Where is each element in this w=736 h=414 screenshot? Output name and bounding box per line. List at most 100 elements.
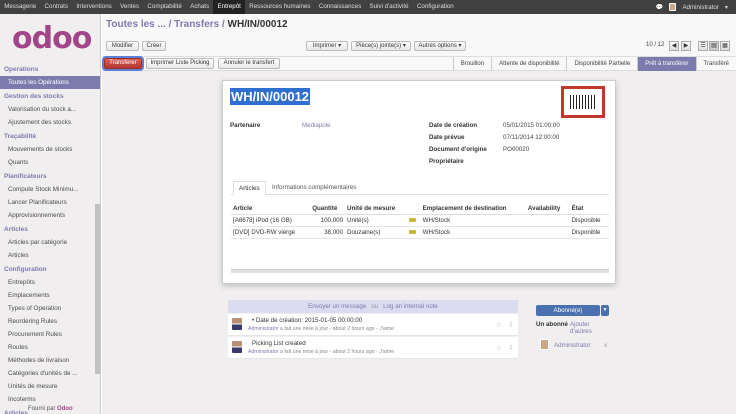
tab-additional-info[interactable]: Informations complémentaires (267, 181, 361, 195)
tab-articles[interactable]: Articles (233, 181, 266, 195)
sidebar-item[interactable]: Articles par catégorie (0, 236, 100, 249)
status-step[interactable]: Attente de disponibilité (491, 57, 566, 71)
transfer-button[interactable]: Transferer (102, 56, 144, 71)
sidebar-item[interactable]: Quants (0, 156, 100, 169)
sidebar-item[interactable]: Procurement Rules (0, 328, 100, 341)
table-row[interactable]: [DVD] DVD-RW vierge 38,000 Douzaine(s) WH/S… (231, 226, 609, 239)
partner-value[interactable]: Mediapole (302, 122, 331, 129)
odoo-brand-link[interactable]: Odoo (57, 406, 73, 412)
message-body: Picking List created (252, 340, 306, 347)
log-note-link[interactable]: Log an internal note (383, 303, 438, 310)
form-view-icon[interactable]: ▤ (709, 41, 719, 51)
message-avatar (232, 341, 242, 353)
sidebar-item[interactable]: Compute Stock Minimu... (0, 183, 100, 196)
chat-icon[interactable]: 💬 (656, 3, 664, 11)
send-message-link[interactable]: Envoyer un message (308, 303, 366, 310)
subscribed-button[interactable]: Abonné(e) (536, 305, 600, 316)
add-followers-link[interactable]: Ajouter d'autres (570, 321, 610, 335)
chevron-down-icon[interactable]: ▾ (725, 4, 728, 11)
column-header[interactable] (407, 203, 421, 215)
print-picking-button[interactable]: Imprimer Liste Picking (146, 58, 214, 69)
sidebar-item[interactable]: Mouvements de stocks (0, 143, 100, 156)
sidebar-item[interactable]: Incoterms (0, 393, 100, 406)
sidebar-item[interactable]: Ajustement des stocks (0, 116, 100, 129)
sidebar-item[interactable]: Types of Operation (0, 302, 100, 315)
column-header[interactable]: Article (231, 203, 311, 215)
top-menu-item[interactable]: Achats (186, 0, 213, 14)
column-header[interactable]: État (569, 203, 609, 215)
kanban-view-icon[interactable]: ▦ (720, 41, 730, 51)
form-statusbar: Transferer Imprimer Liste Picking Annule… (102, 56, 736, 71)
remove-follower-icon[interactable]: x (604, 342, 607, 349)
sidebar-item[interactable]: Catégories d'unités de ... (0, 367, 100, 380)
status-step[interactable]: Brouillon (452, 57, 491, 71)
barcode-image (561, 86, 605, 118)
top-menu-item[interactable]: Entrepôt (213, 0, 246, 14)
truck-icon (409, 230, 417, 234)
pager-prev-icon[interactable]: ◀ (669, 41, 679, 51)
status-steps: Brouillon Attente de disponibilité Disponi… (452, 57, 736, 71)
top-menu-item[interactable]: Suivi d'activité (365, 0, 412, 14)
sidebar-item[interactable]: Valorisation du stock a... (0, 103, 100, 116)
download-icon[interactable]: ⇩ (508, 321, 514, 329)
sidebar-item[interactable]: Méthodes de livraison (0, 354, 100, 367)
column-header[interactable]: Emplacement de destination (420, 203, 526, 215)
attachments-dropdown[interactable]: Pièce(s) jointe(s) ▾ (351, 41, 411, 51)
origin-value: PO00020 (503, 146, 530, 153)
top-menu-item[interactable]: Messagerie (0, 0, 40, 14)
table-cell: WH/Stock (420, 226, 526, 239)
list-view-icon[interactable]: ☰ (698, 41, 708, 51)
download-icon[interactable]: ⇩ (508, 344, 514, 352)
sidebar-item[interactable]: Emplacements (0, 289, 100, 302)
sidebar-item[interactable]: Routes (0, 341, 100, 354)
create-button[interactable]: Créer (142, 41, 166, 51)
star-icon[interactable]: ☆ (496, 321, 502, 329)
table-row[interactable]: [A6678] iPod (16 GB) 100,000 Unité(s) WH/St… (231, 214, 609, 227)
table-cell (525, 226, 570, 239)
top-menu-item[interactable]: Interventions (72, 0, 116, 14)
breadcrumb-transfers-link[interactable]: / Transfers / (169, 19, 225, 30)
pager-counter: 10 / 12 (646, 42, 665, 48)
status-step[interactable]: Transféré (695, 57, 736, 71)
sidebar-item[interactable]: Approvisionnements (0, 209, 100, 222)
breadcrumb-root-link[interactable]: Toutes les ... (106, 19, 166, 30)
availability-cell (407, 214, 421, 227)
table-cell: 100,000 (310, 214, 346, 227)
breadcrumb: Toutes les ... / Transfers / WH/IN/00012 (106, 19, 288, 30)
status-step[interactable]: Prêt à transférer (637, 57, 696, 71)
table-cell: 38,000 (310, 226, 346, 239)
sidebar-item[interactable]: Entrepôts (0, 276, 100, 289)
sidebar-item[interactable]: Unités de mesure (0, 380, 100, 393)
status-step[interactable]: Disponibilité Partielle (566, 57, 637, 71)
more-options-dropdown[interactable]: Autres options ▾ (414, 41, 466, 51)
sidebar-item[interactable]: Reordering Rules (0, 315, 100, 328)
picking-name[interactable]: WH/IN/00012 (230, 88, 311, 105)
top-menu-item[interactable]: Contrats (40, 0, 72, 14)
table-footer-bar (231, 269, 609, 273)
sidebar-item[interactable]: Lancer Planificateurs (0, 196, 100, 209)
print-dropdown[interactable]: Imprimer ▾ (306, 41, 348, 51)
user-menu[interactable]: Administrator (682, 4, 718, 11)
message-author[interactable]: Administrator (248, 349, 279, 355)
top-menu-item[interactable]: Ressources humaines (245, 0, 315, 14)
column-header[interactable]: Availability (525, 203, 570, 215)
top-menu-item[interactable]: Ventes (116, 0, 143, 14)
edit-button[interactable]: Modifier (106, 41, 139, 51)
top-menu-item[interactable]: Connaissances (315, 0, 366, 14)
sidebar-scrollbar[interactable] (95, 204, 100, 374)
column-header[interactable]: Quantité (310, 203, 346, 215)
cancel-transfer-button[interactable]: Annuler le transfert (218, 58, 280, 69)
sidebar-item[interactable]: Articles (0, 249, 100, 262)
top-menu-item[interactable]: Comptabilité (143, 0, 186, 14)
table-cell: Unité(s) (345, 214, 408, 227)
star-icon[interactable]: ☆ (496, 344, 502, 352)
sidebar-item[interactable]: Toutes les Opérations (0, 76, 100, 89)
follower-name[interactable]: Administrator (554, 342, 590, 349)
top-menu-item[interactable]: Configuration (413, 0, 458, 14)
message-author[interactable]: Administrator (248, 326, 279, 332)
pager-next-icon[interactable]: ▶ (681, 41, 691, 51)
subscription-dropdown[interactable]: ▼ (601, 305, 609, 316)
table-cell (525, 214, 570, 227)
sidebar-nav: Operations Toutes les Opérations Gestion d… (0, 62, 100, 414)
column-header[interactable]: Unité de mesure (345, 203, 408, 215)
